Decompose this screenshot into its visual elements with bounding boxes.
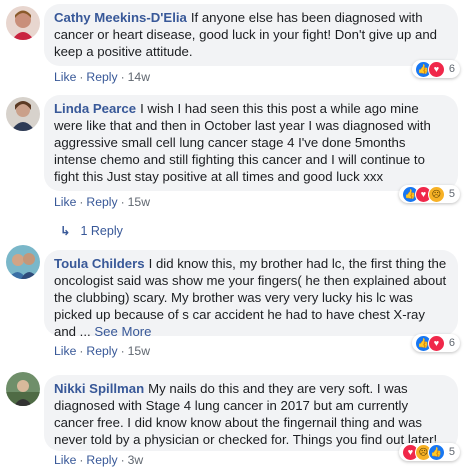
avatar[interactable] <box>6 97 40 131</box>
reaction-summary[interactable]: 👍 ♥ 6 <box>411 334 460 352</box>
comment-author[interactable]: Cathy Meekins-D'Elia <box>54 10 187 25</box>
reaction-summary[interactable]: 👍 ♥ 6 <box>411 60 460 78</box>
comment-timestamp[interactable]: 3w <box>128 453 144 467</box>
like-link[interactable]: Like <box>54 195 76 209</box>
separator-dot: · <box>120 195 125 209</box>
separator-dot: · <box>79 453 84 467</box>
like-link[interactable]: Like <box>54 344 76 358</box>
separator-dot: · <box>79 195 84 209</box>
reaction-count: 6 <box>448 337 455 349</box>
reply-link[interactable]: Reply <box>86 195 117 209</box>
like-reaction-icon: 👍 <box>427 443 445 461</box>
comment-actions: Like · Reply · 14w <box>54 70 150 84</box>
comment-author[interactable]: Linda Pearce <box>54 101 136 116</box>
reply-link[interactable]: Reply <box>86 344 117 358</box>
reaction-summary[interactable]: ♥ ☹ 👍 5 <box>398 443 460 461</box>
comment-bubble: Cathy Meekins-D'Elia If anyone else has b… <box>44 4 458 66</box>
reaction-count: 6 <box>448 63 455 75</box>
replies-count[interactable]: 1 Reply <box>80 224 122 238</box>
separator-dot: · <box>120 344 125 358</box>
reply-link[interactable]: Reply <box>86 70 117 84</box>
comment-actions: Like · Reply · 15w <box>54 344 150 358</box>
love-reaction-icon: ♥ <box>427 334 445 352</box>
separator-dot: · <box>79 344 84 358</box>
comment-timestamp[interactable]: 14w <box>128 70 150 84</box>
reply-arrow-icon: ↳ <box>60 224 71 238</box>
sad-reaction-icon: ☹ <box>427 185 445 203</box>
comment-bubble: Nikki Spillman My nails do this and they … <box>44 375 458 451</box>
comment-actions: Like · Reply · 3w <box>54 453 143 467</box>
reaction-count: 5 <box>448 446 455 458</box>
reaction-summary[interactable]: 👍 ♥ ☹ 5 <box>398 185 460 203</box>
comment-author[interactable]: Nikki Spillman <box>54 381 144 396</box>
avatar[interactable] <box>6 6 40 40</box>
separator-dot: · <box>79 70 84 84</box>
reply-link[interactable]: Reply <box>86 453 117 467</box>
comment-bubble: Toula Childers I did know this, my brothe… <box>44 250 458 339</box>
comment-author[interactable]: Toula Childers <box>54 256 145 271</box>
separator-dot: · <box>120 70 125 84</box>
comment-bubble: Linda Pearce I wish I had seen this this … <box>44 95 458 191</box>
view-replies-link[interactable]: ↳ 1 Reply <box>60 223 123 238</box>
like-link[interactable]: Like <box>54 70 76 84</box>
comment-timestamp[interactable]: 15w <box>128 344 150 358</box>
comment-timestamp[interactable]: 15w <box>128 195 150 209</box>
see-more-link[interactable]: See More <box>94 324 151 339</box>
comment-actions: Like · Reply · 15w <box>54 195 150 209</box>
like-link[interactable]: Like <box>54 453 76 467</box>
separator-dot: · <box>120 453 125 467</box>
reaction-count: 5 <box>448 188 455 200</box>
avatar[interactable] <box>6 372 40 406</box>
avatar[interactable] <box>6 245 40 279</box>
love-reaction-icon: ♥ <box>427 60 445 78</box>
